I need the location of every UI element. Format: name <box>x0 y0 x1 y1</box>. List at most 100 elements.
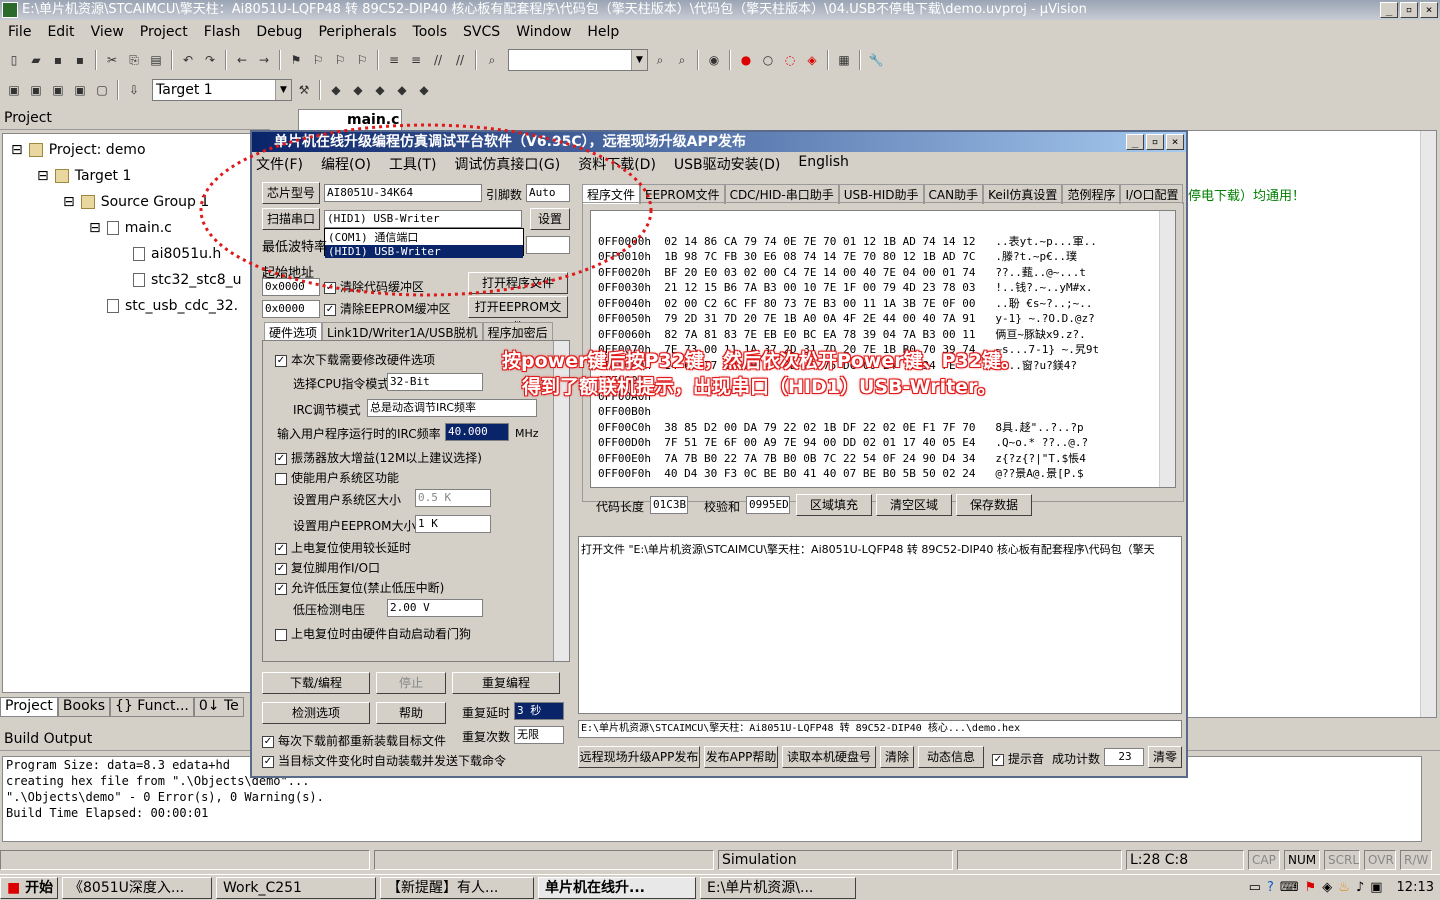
tab-encrypt[interactable]: 程序加密后 <box>482 322 553 342</box>
remote-upgrade-button[interactable]: 远程现场升级APP发布 <box>578 746 700 768</box>
breakpoint-kill-icon[interactable]: ◈ <box>802 50 822 70</box>
log-area[interactable]: 打开文件 "E:\单片机资源\STCAIMCU\擎天柱：Ai8051U-LQFP… <box>578 536 1182 714</box>
expand-icon[interactable]: ⊟ <box>11 142 23 158</box>
help-button[interactable]: 帮助 <box>376 702 446 724</box>
start-button[interactable]: ■ 开始 <box>0 876 58 899</box>
publish-help-button[interactable]: 发布APP帮助 <box>704 746 778 768</box>
tray-help-icon[interactable]: ? <box>1267 880 1274 895</box>
new-file-icon[interactable]: ▯ <box>4 50 24 70</box>
reset-delay-checkbox[interactable]: ✓ 上电复位使用较长延时 <box>275 539 411 556</box>
minimize-button[interactable]: _ <box>1380 2 1398 18</box>
breakpoint-disable-icon[interactable]: ◌ <box>780 50 800 70</box>
tab-cdc-serial[interactable]: CDC/HID-串口助手 <box>724 184 839 204</box>
low-voltage-checkbox[interactable]: ✓ 允许低压复位(禁止低压中断) <box>275 579 444 596</box>
undo-icon[interactable]: ↶ <box>178 50 198 70</box>
tab-project[interactable]: Project <box>0 697 58 717</box>
incremental-find-icon[interactable]: ⌕ <box>672 50 692 70</box>
tree-project[interactable]: ⊟ Project: demo <box>11 142 146 158</box>
tray-shield-icon[interactable]: ◈ <box>1322 880 1332 895</box>
editor-scrollbar[interactable] <box>1420 131 1436 717</box>
cpu-mode-select[interactable]: 32-Bit <box>387 373 483 391</box>
dynamic-info-button[interactable]: 动态信息 <box>918 746 984 768</box>
menu-window[interactable]: Window <box>508 24 579 40</box>
opt-modify-checkbox[interactable]: ✓ 本次下载需要修改硬件选项 <box>275 351 435 368</box>
prompt-sound-checkbox[interactable]: ✓ 提示音 <box>992 750 1044 767</box>
target-select[interactable]: Target 1 ▼ <box>152 79 292 101</box>
breakpoint-enable-icon[interactable]: ○ <box>758 50 778 70</box>
dialog-minimize-button[interactable]: _ <box>1126 134 1144 150</box>
repeat-count-select[interactable]: 无限 <box>514 726 564 744</box>
stop-button[interactable]: 停止 <box>376 672 446 694</box>
tree-target[interactable]: ⊟ Target 1 <box>37 168 131 184</box>
rebuild-icon[interactable]: ▣ <box>48 80 68 100</box>
bookmark-prev-icon[interactable]: ⚐ <box>308 50 328 70</box>
expand-icon[interactable]: ⊟ <box>37 168 49 184</box>
translate-icon[interactable]: ▣ <box>4 80 24 100</box>
nav-forward-icon[interactable]: → <box>254 50 274 70</box>
reset-count-button[interactable]: 清零 <box>1148 746 1182 768</box>
irc-mode-select[interactable]: 总是动态调节IRC频率 <box>367 399 537 417</box>
tab-functions[interactable]: {} Funct... <box>110 697 194 717</box>
tray-disk-icon[interactable]: ▣ <box>1370 880 1382 895</box>
menu-svcs[interactable]: SVCS <box>455 24 508 40</box>
task-item-3[interactable]: 【新提醒】有人... <box>380 876 534 899</box>
manage-books-icon[interactable]: ◆ <box>348 80 368 100</box>
clear-button[interactable]: 清除 <box>880 746 914 768</box>
read-disk-button[interactable]: 读取本机硬盘号 <box>782 746 876 768</box>
save-all-icon[interactable]: ▪ <box>70 50 90 70</box>
tray-volume-icon[interactable]: ♪ <box>1356 880 1364 895</box>
watchdog-checkbox[interactable]: 上电复位时由硬件自动启动看门狗 <box>275 625 471 642</box>
tab-usb-hid[interactable]: USB-HID助手 <box>838 184 924 204</box>
rte-icon[interactable]: ◆ <box>370 80 390 100</box>
expand-icon[interactable]: ⊟ <box>63 194 75 210</box>
close-button[interactable]: × <box>1420 2 1438 18</box>
save-data-button[interactable]: 保存数据 <box>956 494 1032 516</box>
open-file-icon[interactable]: ▰ <box>26 50 46 70</box>
menu-help[interactable]: Help <box>579 24 627 40</box>
menu-edit[interactable]: Edit <box>39 24 82 40</box>
tray-fire-icon[interactable]: ♨ <box>1338 880 1350 895</box>
sysarea-size-select[interactable]: 0.5 K <box>415 489 491 507</box>
eeprom-size-select[interactable]: 1 K <box>415 515 491 533</box>
task-item-4[interactable]: 单片机在线升... <box>538 876 696 899</box>
clear-area-button[interactable]: 清空区域 <box>876 494 952 516</box>
dlg-menu-english[interactable]: English <box>798 154 849 174</box>
packs-icon[interactable]: ◆ <box>392 80 412 100</box>
tab-io-config[interactable]: I/O口配置 <box>1120 184 1184 204</box>
batch-build-icon[interactable]: ▣ <box>70 80 90 100</box>
nav-back-icon[interactable]: ← <box>232 50 252 70</box>
tab-can[interactable]: CAN助手 <box>923 184 984 204</box>
cut-icon[interactable]: ✂ <box>102 50 122 70</box>
maximize-button[interactable]: ▫ <box>1400 2 1418 18</box>
bookmark-icon[interactable]: ⚑ <box>286 50 306 70</box>
tray-network-icon[interactable]: ▭ <box>1249 880 1261 895</box>
find-in-files-icon[interactable]: ⌕ <box>482 50 502 70</box>
expand-icon[interactable]: ⊟ <box>89 220 101 236</box>
reload-checkbox[interactable]: ✓ 每次下载前都重新装载目标文件 <box>262 732 446 749</box>
task-item-2[interactable]: Work_C251 <box>216 876 376 899</box>
find-icon[interactable]: ⌕ <box>650 50 670 70</box>
load-icon[interactable]: ⇩ <box>124 80 144 100</box>
menu-file[interactable]: File <box>0 24 39 40</box>
bookmark-next-icon[interactable]: ⚐ <box>330 50 350 70</box>
debug-start-icon[interactable]: ◉ <box>704 50 724 70</box>
task-item-5[interactable]: E:\单片机资源\... <box>700 876 856 899</box>
breakpoint-insert-icon[interactable]: ● <box>736 50 756 70</box>
bookmark-clear-icon[interactable]: ⚐ <box>352 50 372 70</box>
menu-flash[interactable]: Flash <box>196 24 249 40</box>
osc-gain-checkbox[interactable]: ✓ 振荡器放大增益(12M以上建议选择) <box>275 449 482 466</box>
tray-flag-icon[interactable]: ⚑ <box>1305 880 1317 895</box>
tab-keil[interactable]: Keil仿真设置 <box>983 184 1063 204</box>
save-icon[interactable]: ▪ <box>48 50 68 70</box>
paste-icon[interactable]: ▤ <box>146 50 166 70</box>
menu-peripherals[interactable]: Peripherals <box>310 24 404 40</box>
reset-pin-checkbox[interactable]: ✓ 复位脚用作I/O口 <box>275 559 380 576</box>
auto-send-checkbox[interactable]: ✓ 当目标文件变化时自动装载并发送下载命令 <box>262 752 506 769</box>
repeat-delay-select[interactable]: 3 秒 <box>514 702 564 720</box>
tab-offline[interactable]: Link1D/Writer1A/USB脱机 <box>322 322 483 342</box>
indent-icon[interactable]: ≡ <box>384 50 404 70</box>
dlg-menu-usb-driver[interactable]: USB驱动安装(D) <box>674 154 780 174</box>
download-button[interactable]: 下载/编程 <box>262 672 370 694</box>
low-voltage-select[interactable]: 2.00 V <box>387 599 483 617</box>
menu-project[interactable]: Project <box>132 24 196 40</box>
